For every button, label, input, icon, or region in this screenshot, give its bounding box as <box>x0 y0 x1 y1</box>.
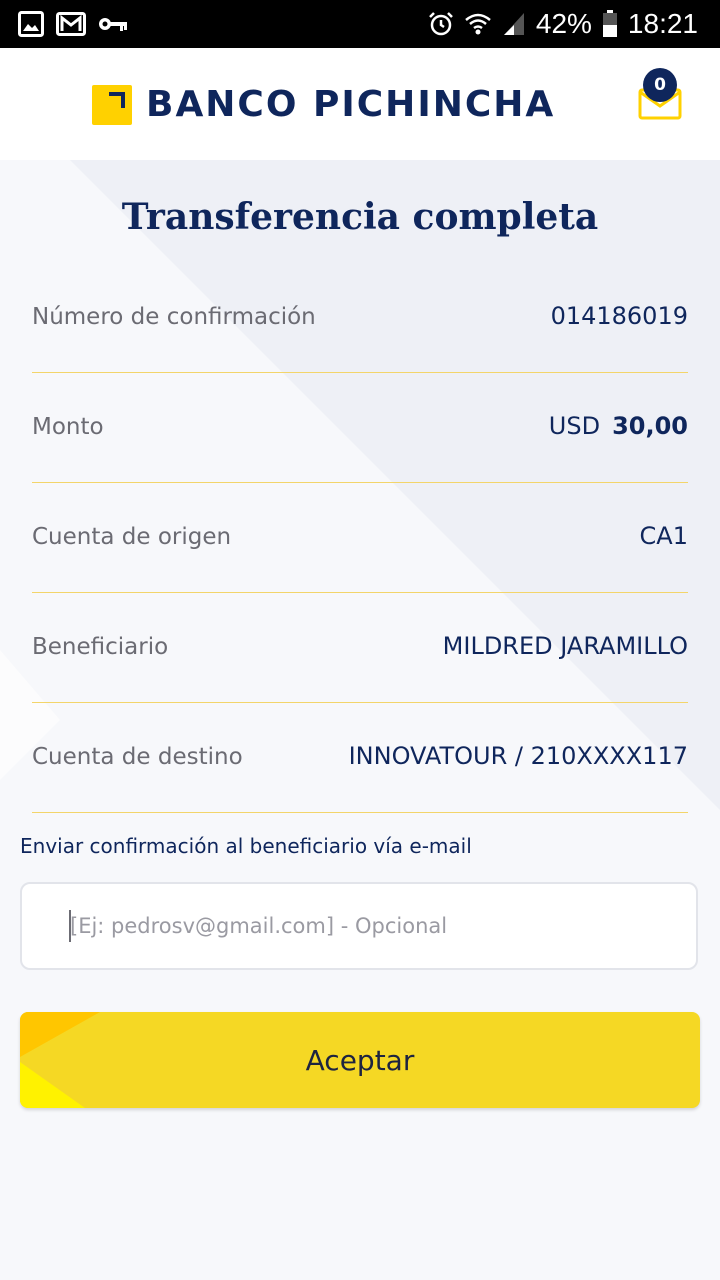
beneficiary-value: MILDRED JARAMILLO <box>442 632 688 660</box>
email-input[interactable] <box>20 882 698 970</box>
gmail-icon <box>56 12 86 36</box>
origin-account-value: CA1 <box>639 522 688 550</box>
key-icon <box>99 18 127 31</box>
battery-icon <box>602 10 617 37</box>
signal-icon <box>503 13 524 35</box>
detail-row-destination-account: Cuenta de destino INNOVATOUR / 210XXXX11… <box>32 702 688 813</box>
amount-value-group: USD 30,00 <box>549 412 688 440</box>
destination-account-value: INNOVATOUR / 210XXXX117 <box>348 742 688 770</box>
destination-account-label: Cuenta de destino <box>32 744 243 770</box>
brand-name: BANCO PICHINCHA <box>146 84 556 125</box>
detail-row-confirmation: Número de confirmación 014186019 <box>32 262 688 373</box>
wifi-icon <box>465 13 491 35</box>
notification-badge: 0 <box>643 68 677 102</box>
amount-value: 30,00 <box>612 412 688 440</box>
beneficiary-label: Beneficiario <box>32 634 169 660</box>
app-header: BANCO PICHINCHA 0 <box>0 48 720 160</box>
currency: USD <box>548 412 601 440</box>
logo-mark-icon <box>92 84 132 125</box>
detail-row-beneficiary: Beneficiario MILDRED JARAMILLO <box>32 592 688 703</box>
alarm-icon <box>428 12 453 36</box>
page-title: Transferencia completa <box>121 196 599 238</box>
email-confirmation-label: Enviar confirmación al beneficiario vía … <box>20 834 472 858</box>
brand-logo: BANCO PICHINCHA <box>92 84 555 125</box>
confirmation-label: Número de confirmación <box>32 304 316 330</box>
detail-row-amount: Monto USD 30,00 <box>32 372 688 483</box>
accept-button[interactable]: Aceptar <box>20 1012 700 1108</box>
text-cursor <box>69 910 71 942</box>
amount-label: Monto <box>32 414 104 440</box>
status-bar: 42% 18:21 <box>0 0 720 48</box>
confirmation-value: 014186019 <box>550 302 688 330</box>
detail-row-origin-account: Cuenta de origen CA1 <box>32 482 688 593</box>
accept-button-label: Aceptar <box>305 1043 415 1077</box>
battery-percent: 42% <box>535 8 592 39</box>
clock: 18:21 <box>627 8 698 39</box>
gallery-icon <box>18 11 44 37</box>
origin-account-label: Cuenta de origen <box>32 524 232 550</box>
